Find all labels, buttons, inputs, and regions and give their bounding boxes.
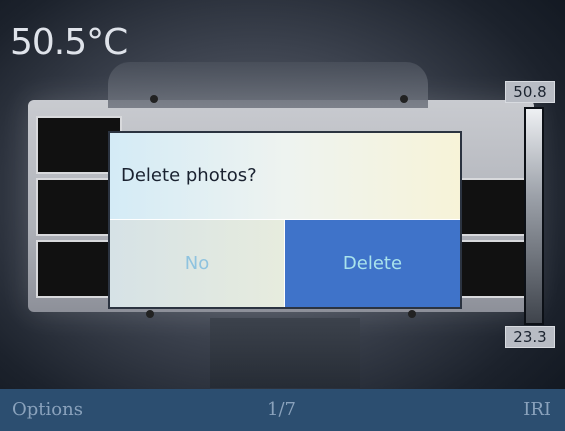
temperature-readout: 50.5°C xyxy=(10,22,128,63)
thermal-bolt xyxy=(400,95,408,103)
thermal-camera-screen: 50.5°C 50.8 23.3 Delete photos? No Delet… xyxy=(0,0,565,431)
color-scale-bar xyxy=(524,107,544,325)
scale-max-label: 50.8 xyxy=(505,81,555,103)
softkey-bar: Options 1/7 IRI xyxy=(0,389,565,431)
thermal-stand xyxy=(210,318,360,388)
dialog-message: Delete photos? xyxy=(110,133,460,219)
thermal-bolt xyxy=(408,310,416,318)
scale-min-label: 23.3 xyxy=(505,326,555,348)
thermal-bolt xyxy=(146,310,154,318)
delete-button[interactable]: Delete xyxy=(285,220,460,307)
thermal-bolt xyxy=(150,95,158,103)
photo-counter: 1/7 xyxy=(267,399,296,420)
options-softkey[interactable]: Options xyxy=(12,389,83,431)
iri-softkey[interactable]: IRI xyxy=(523,389,551,431)
no-button[interactable]: No xyxy=(110,220,284,307)
delete-confirm-dialog: Delete photos? No Delete xyxy=(110,133,460,307)
